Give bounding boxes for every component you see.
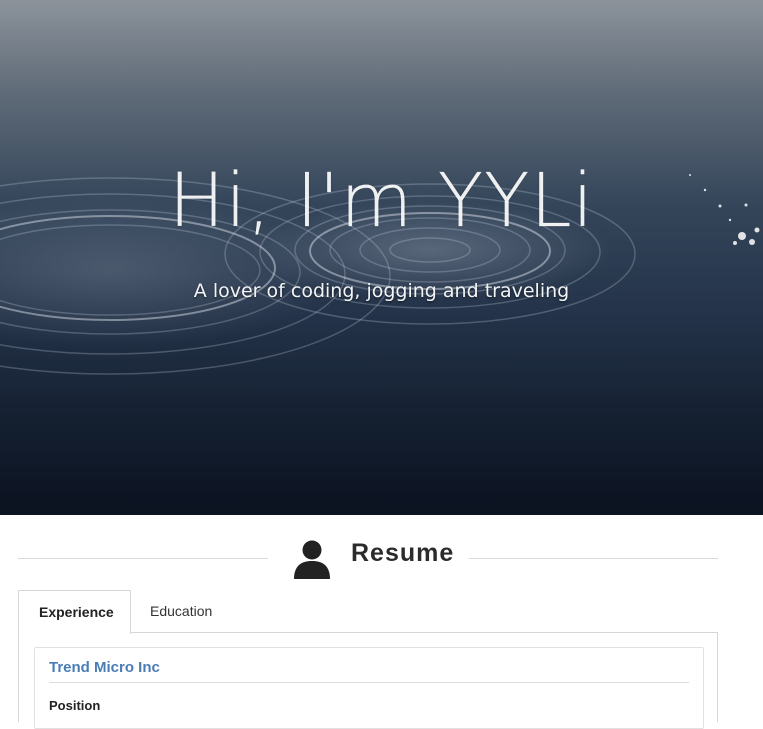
- divider-right: [469, 558, 718, 559]
- water-ripples-image: [0, 174, 760, 375]
- tab-education[interactable]: Education: [130, 590, 232, 632]
- position-label: Position: [49, 698, 101, 713]
- user-icon: [294, 540, 330, 579]
- hero-title: Hi, I'm YYLi: [168, 158, 595, 244]
- resume-tabs: Experience Education: [18, 590, 718, 634]
- section-title: Resume: [351, 539, 455, 567]
- tab-panel-experience: Trend Micro Inc Position: [18, 632, 718, 729]
- card-divider: [49, 682, 689, 683]
- hero-subtitle: A lover of coding, jogging and traveling: [193, 280, 570, 302]
- experience-card: Trend Micro Inc Position: [34, 647, 704, 729]
- divider-left: [18, 558, 268, 559]
- hero-banner: Hi, I'm YYLi A lover of coding, jogging …: [0, 0, 763, 515]
- company-link[interactable]: Trend Micro Inc: [49, 659, 160, 676]
- resume-section-header: Resume: [18, 535, 718, 579]
- tab-experience[interactable]: Experience: [18, 590, 131, 634]
